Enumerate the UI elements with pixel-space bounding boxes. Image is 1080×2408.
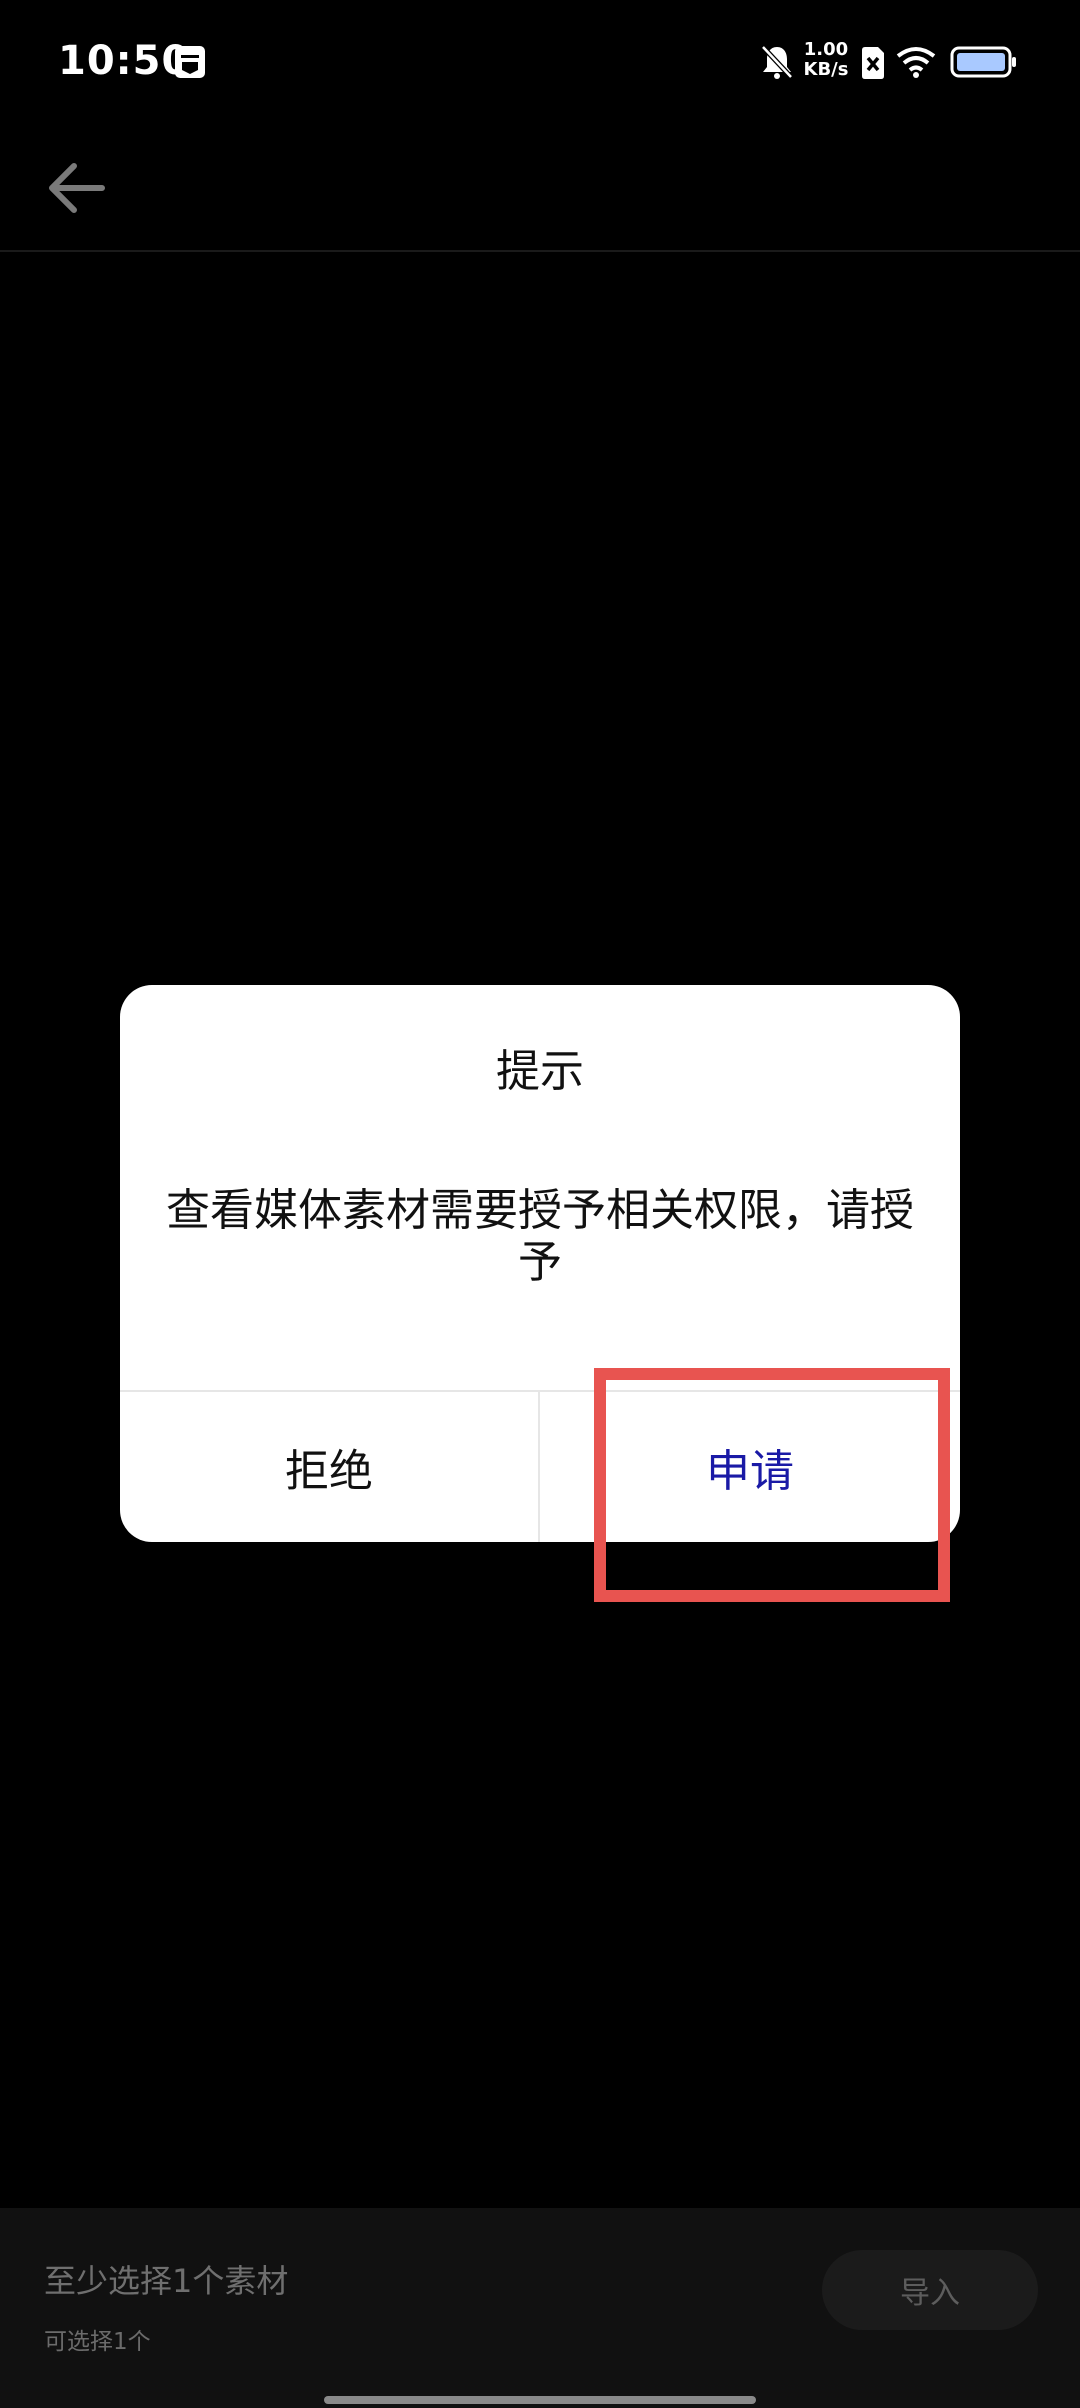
bottom-bar: 至少选择1个素材 可选择1个 导入 [0, 2208, 1080, 2408]
sim-x-icon [862, 47, 884, 79]
dialog-message: 查看媒体素材需要授予相关权限，请授予 [166, 1185, 914, 1288]
network-speed: 1.00 KB/s [800, 40, 852, 80]
status-bar: 10:50 1.00 KB/s [0, 0, 1080, 126]
import-button[interactable]: 导入 [822, 2250, 1038, 2330]
bell-off-icon [761, 45, 793, 79]
wifi-icon [896, 47, 936, 78]
highlight-box [594, 1368, 950, 1602]
dialog-title: 提示 [496, 1046, 584, 1097]
battery-icon [950, 46, 1016, 78]
net-speed-unit: KB/s [803, 59, 849, 80]
reject-button[interactable]: 拒绝 [120, 1392, 538, 1542]
calendar-icon [175, 46, 205, 78]
selection-limit: 可选择1个 [44, 2329, 151, 2355]
net-speed-value: 1.00 [803, 39, 849, 60]
status-time: 10:50 [58, 38, 191, 84]
home-indicator[interactable] [324, 2396, 756, 2404]
selection-hint: 至少选择1个素材 [44, 2262, 289, 2300]
arrow-left-icon[interactable] [40, 150, 116, 226]
top-toolbar [0, 126, 1080, 252]
